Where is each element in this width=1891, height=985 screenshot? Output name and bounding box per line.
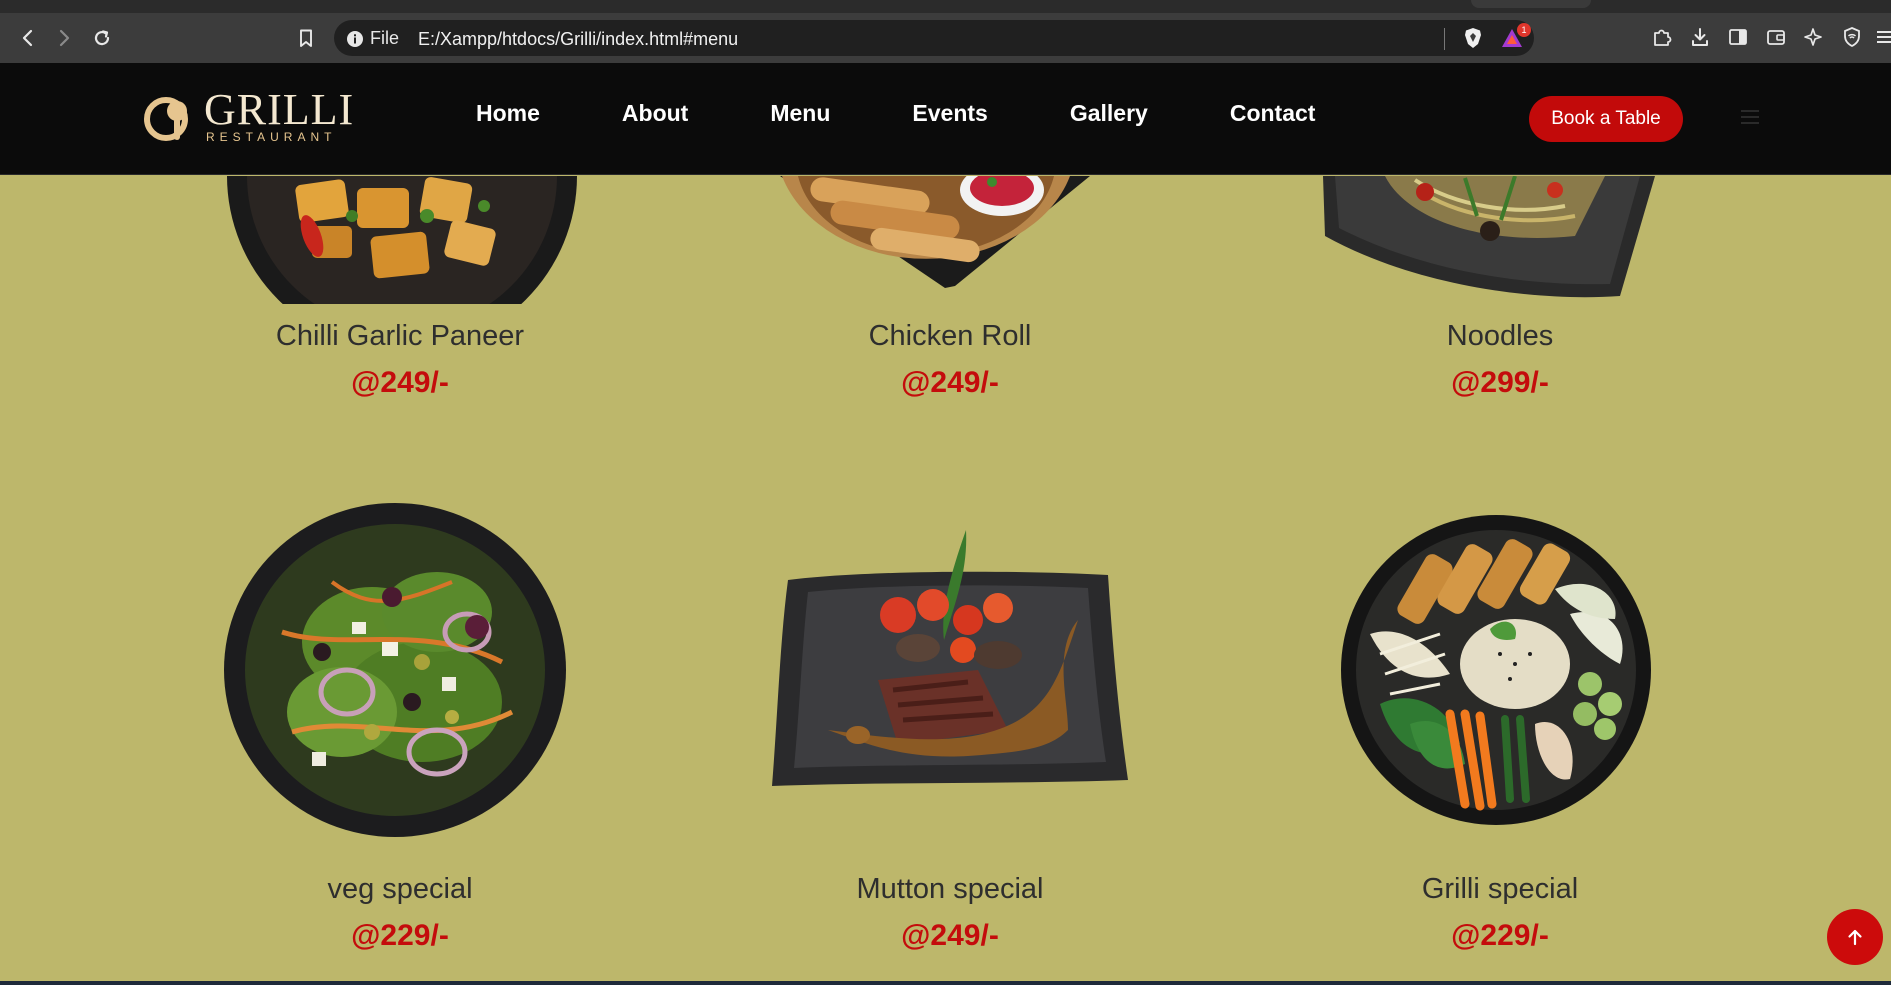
nav-about[interactable]: About [622,100,688,127]
sidebar-button[interactable] [1725,24,1751,50]
noodles-image [1323,176,1655,298]
leo-button[interactable] [1801,24,1827,50]
address-divider [1444,28,1445,50]
back-to-top-button[interactable] [1827,909,1883,965]
browser-menu-button[interactable] [1877,24,1891,50]
vpn-button[interactable] [1839,24,1865,50]
download-icon [1692,28,1708,46]
extensions-button[interactable] [1649,24,1675,50]
browser-toolbar: File E:/Xampp/htdocs/Grilli/index.html#m… [0,13,1891,63]
chicken-roll-image [780,176,1090,288]
toolbar-icon-group [1649,24,1891,50]
nav-gallery[interactable]: Gallery [1070,100,1148,127]
wallet-icon [1767,30,1785,45]
hamburger-icon [1877,31,1891,43]
bookmark-icon [300,29,312,47]
dish-price: @229/- [1451,919,1549,952]
dish-price: @249/- [901,366,999,399]
forward-button[interactable] [50,24,78,52]
dish-name: Chilli Garlic Paneer [275,320,525,352]
rewards-badge: 1 [1517,23,1531,37]
downloads-button[interactable] [1687,24,1713,50]
dish-price: @249/- [351,366,449,399]
site-info[interactable]: File [346,28,399,49]
back-button[interactable] [14,24,42,52]
menu-item-mutton-special[interactable]: Mutton special @249/- [750,873,1150,953]
nav-home[interactable]: Home [476,100,540,127]
address-bar[interactable]: File E:/Xampp/htdocs/Grilli/index.html#m… [334,20,1534,56]
menu-item-veg-special[interactable]: veg special @229/- [200,873,600,953]
puzzle-icon [1654,29,1672,46]
menu-item-noodles[interactable]: Noodles @299/- [1300,320,1700,400]
reload-icon [94,30,110,46]
menu-item-grilli-special[interactable]: Grilli special @229/- [1300,873,1700,953]
reload-button[interactable] [88,24,116,52]
info-icon [347,30,363,47]
chevron-left-icon [22,29,33,47]
nav-contact[interactable]: Contact [1230,100,1316,127]
grilli-special-image [1341,515,1651,825]
menu-item-chicken-roll[interactable]: Chicken Roll @249/- [750,320,1150,400]
nav-menu[interactable]: Menu [770,100,830,127]
dish-price: @249/- [901,919,999,952]
main-nav: Home About Menu Events Gallery Contact [476,100,1315,127]
spoon-plate-logo-icon [144,97,188,141]
site-logo[interactable]: GRILLI RESTAURANT [144,85,355,144]
nav-events[interactable]: Events [912,100,987,127]
tab-strip [0,0,1891,13]
chilli-garlic-paneer-image [227,176,577,304]
address-prefix: File [370,28,400,48]
dish-name: Chicken Roll [868,320,1032,352]
arrow-up-icon [1848,929,1862,946]
shield-wifi-icon [1844,27,1860,48]
hamburger-line [1741,110,1759,112]
url-text[interactable]: E:/Xampp/htdocs/Grilli/index.html#menu [418,29,738,50]
dish-name: Mutton special [856,873,1044,905]
hamburger-line [1741,122,1759,124]
logo-wordmark: GRILLI [204,85,355,134]
veg-special-image [224,503,566,837]
site-header: GRILLI RESTAURANT Home About Menu Events… [0,63,1891,175]
chevron-right-icon [59,29,70,47]
dish-name: Noodles [1446,320,1554,352]
menu-item-chilli-garlic-paneer[interactable]: Chilli Garlic Paneer @249/- [200,320,600,400]
sparkle-icon [1804,28,1822,46]
browser-window: File E:/Xampp/htdocs/Grilli/index.html#m… [0,0,1891,985]
sidebar-icon [1729,29,1747,45]
dish-name: Grilli special [1421,873,1579,905]
dish-name: veg special [327,873,473,905]
mutton-special-image [772,530,1128,786]
nav-toggle-button[interactable] [1741,110,1759,124]
brave-shield-icon[interactable] [1462,27,1484,49]
page-bottom-edge [0,981,1891,985]
book-table-button[interactable]: Book a Table [1529,96,1683,142]
logo-subtitle: RESTAURANT [206,130,337,144]
wallet-button[interactable] [1763,24,1789,50]
dish-price: @229/- [351,919,449,952]
bookmark-button[interactable] [292,24,320,52]
dish-price: @299/- [1451,366,1549,399]
hamburger-line [1741,116,1759,118]
tab-edge[interactable] [1471,0,1591,8]
